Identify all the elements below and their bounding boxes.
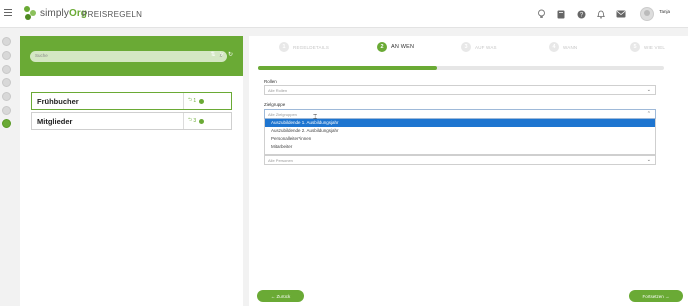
next-label: Fortsetzen bbox=[642, 293, 664, 299]
chevron-down-icon: ⌄ bbox=[646, 157, 651, 163]
rail-help-icon[interactable] bbox=[2, 106, 11, 115]
rail-documents-icon[interactable] bbox=[2, 78, 11, 87]
status-dot bbox=[199, 98, 205, 104]
rail-calendar-icon[interactable] bbox=[2, 51, 11, 60]
chevron-down-icon: ⌄ bbox=[646, 87, 651, 93]
step-label: AUF WAS bbox=[475, 44, 497, 50]
zielgruppe-option[interactable]: Personalleiter*innen bbox=[265, 135, 655, 143]
wizard-progress-bar bbox=[258, 66, 664, 70]
item-name: Frühbucher bbox=[37, 96, 79, 106]
rules-list-header: Suche ⌕ ⇅ ⋎ ↻ bbox=[20, 36, 243, 76]
rollen-value: Alle Rollen bbox=[268, 88, 288, 93]
back-button[interactable]: ← Zurück bbox=[257, 290, 304, 302]
lightbulb-icon[interactable] bbox=[532, 5, 550, 23]
next-button[interactable]: Fortsetzen → bbox=[629, 290, 683, 302]
next-icon: → bbox=[663, 293, 670, 299]
item-count-badge: ⮌ 1 bbox=[183, 93, 231, 109]
step-label: WANN bbox=[563, 44, 578, 50]
step-number: 5 bbox=[630, 42, 640, 52]
wizard-steps: 1 REGELDETAILS 2 AN WEN 3 AUF WAS 4 WANN… bbox=[249, 36, 688, 58]
book-icon[interactable] bbox=[552, 5, 570, 23]
left-rail bbox=[0, 28, 12, 306]
zielgruppe-dropdown: Auszubildende 1. Ausbildungsjahr Auszubi… bbox=[264, 119, 656, 155]
logo-icon bbox=[24, 6, 38, 20]
rule-wizard-panel: 1 REGELDETAILS 2 AN WEN 3 AUF WAS 4 WANN… bbox=[249, 36, 688, 306]
top-bar: simplyOrg PREISREGELN ? Tanja bbox=[0, 0, 688, 28]
app-logo[interactable]: simplyOrg bbox=[24, 6, 87, 20]
rail-users-icon[interactable] bbox=[2, 65, 11, 74]
link-icon: ⮌ bbox=[188, 117, 193, 123]
step-number: 4 bbox=[549, 42, 559, 52]
zielgruppe-select[interactable]: Alle Zielgruppen ⌃ bbox=[264, 109, 656, 119]
avatar[interactable] bbox=[640, 7, 655, 21]
list-item[interactable]: Frühbucher ⮌ 1 bbox=[31, 92, 232, 110]
item-count: 1 bbox=[193, 98, 197, 104]
step-number: 2 bbox=[377, 42, 387, 52]
sort-icon[interactable]: ⇅ bbox=[211, 51, 216, 58]
step-number: 3 bbox=[461, 42, 471, 52]
step-label: REGELDETAILS bbox=[293, 44, 330, 50]
zielgruppe-option[interactable]: Auszubildende 2. Ausbildungsjahr bbox=[265, 127, 655, 135]
zielgruppe-label: Zielgruppe bbox=[264, 102, 286, 107]
rules-list-panel: Suche ⌕ ⇅ ⋎ ↻ Frühbucher ⮌ 1 Mitglieder … bbox=[20, 36, 243, 306]
zielgruppe-option[interactable]: Mitarbeiter bbox=[265, 143, 655, 151]
step-regeldetails[interactable]: 1 REGELDETAILS bbox=[279, 42, 329, 52]
item-name: Mitglieder bbox=[37, 116, 73, 126]
wizard-progress-fill bbox=[258, 66, 437, 70]
help-icon[interactable]: ? bbox=[572, 5, 590, 23]
refresh-icon[interactable]: ↻ bbox=[228, 51, 233, 58]
rail-settings-icon[interactable] bbox=[2, 92, 11, 101]
mail-icon[interactable] bbox=[612, 5, 630, 23]
rail-pricing-icon[interactable] bbox=[2, 119, 11, 128]
zielgruppe-option[interactable]: Auszubildende 1. Ausbildungsjahr bbox=[265, 119, 655, 127]
step-label: WIE VIEL bbox=[644, 44, 666, 50]
user-name[interactable]: Tanja bbox=[659, 9, 670, 14]
rail-home-icon[interactable] bbox=[2, 37, 11, 46]
menu-icon[interactable] bbox=[4, 9, 12, 17]
personen-value: Alle Personen bbox=[268, 158, 293, 163]
item-count-badge: ⮌ 3 bbox=[183, 113, 231, 129]
step-wann[interactable]: 4 WANN bbox=[549, 42, 577, 52]
mouse-cursor-icon: ⌶ bbox=[313, 114, 318, 121]
page-title: PREISREGELN bbox=[82, 10, 143, 19]
search-placeholder: Suche bbox=[35, 53, 48, 58]
logo-text: simplyOrg bbox=[40, 7, 88, 19]
step-label: AN WEN bbox=[391, 44, 415, 50]
step-an-wen[interactable]: 2 AN WEN bbox=[377, 42, 414, 52]
list-actions: ⇅ ⋎ ↻ bbox=[207, 51, 233, 58]
rollen-label: Rollen bbox=[264, 79, 277, 84]
status-dot bbox=[199, 118, 205, 124]
search-input[interactable]: Suche ⌕ bbox=[30, 51, 227, 62]
step-auf-was[interactable]: 3 AUF WAS bbox=[461, 42, 497, 52]
chevron-up-icon: ⌃ bbox=[646, 111, 651, 117]
link-icon: ⮌ bbox=[188, 97, 193, 103]
step-wie-viel[interactable]: 5 WIE VIEL bbox=[630, 42, 665, 52]
step-number: 1 bbox=[279, 42, 289, 52]
list-item[interactable]: Mitglieder ⮌ 3 bbox=[31, 112, 232, 130]
rollen-select[interactable]: Alle Rollen ⌄ bbox=[264, 85, 656, 95]
filter-icon[interactable]: ⋎ bbox=[220, 51, 224, 58]
back-label: Zurück bbox=[276, 293, 291, 299]
personen-select[interactable]: Alle Personen ⌄ bbox=[264, 155, 656, 165]
zielgruppe-value: Alle Zielgruppen bbox=[268, 112, 297, 117]
top-icons: ? Tanja bbox=[530, 5, 670, 23]
bell-icon[interactable] bbox=[592, 5, 610, 23]
item-count: 3 bbox=[193, 118, 197, 124]
